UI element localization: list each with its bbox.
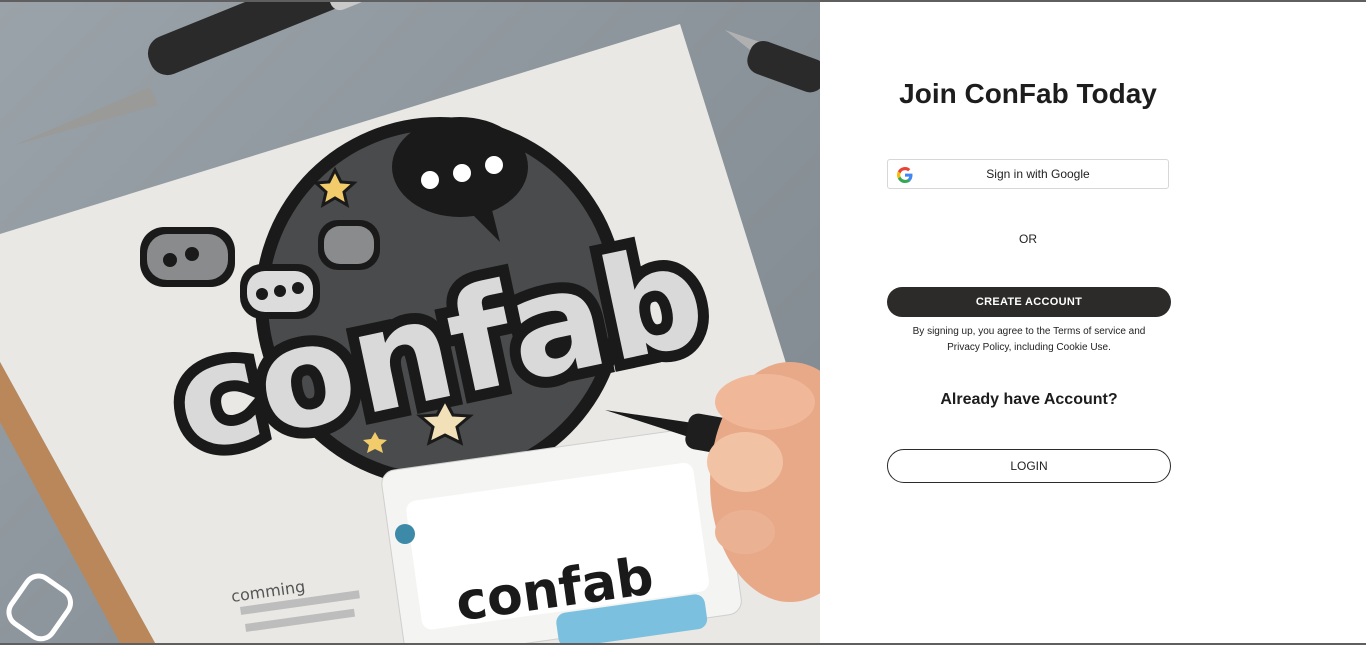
google-icon xyxy=(897,167,913,183)
already-have-account-label: Already have Account? xyxy=(940,391,1118,408)
terms-line-1: By signing up, you agree to the Terms of… xyxy=(912,326,1146,337)
speech-bubble-left-icon xyxy=(140,227,235,287)
login-button[interactable]: LOGIN xyxy=(887,449,1171,483)
signup-panel: Join ConFab Today Sign in with Google OR… xyxy=(820,2,1366,643)
page-title: Join ConFab Today xyxy=(899,78,1157,109)
google-signin-button[interactable]: Sign in with Google xyxy=(887,159,1169,189)
terms-text: By signing up, you agree to the Terms of… xyxy=(887,324,1171,356)
create-account-button[interactable]: CREATE ACCOUNT xyxy=(887,287,1171,317)
pen-top-left xyxy=(15,2,415,145)
hero-illustration: confab confab confab comming xyxy=(0,2,820,643)
paperclip xyxy=(6,573,73,642)
terms-line-2: Privacy Policy, including Cookie Use. xyxy=(947,342,1111,353)
or-divider: OR xyxy=(1019,232,1037,246)
pen-top-right xyxy=(725,30,820,93)
google-signin-label: Sign in with Google xyxy=(986,167,1090,181)
hero-artwork: confab confab confab comming xyxy=(0,2,820,643)
